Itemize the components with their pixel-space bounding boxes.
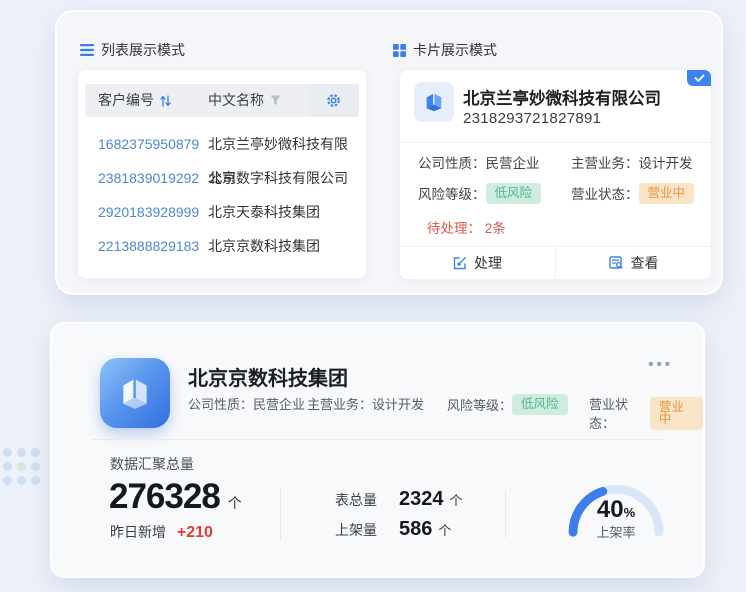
list-mode-header: 列表展示模式 (80, 40, 185, 60)
display-modes-panel: 列表展示模式 客户编号 中文名称 (55, 10, 723, 295)
company-avatar (414, 82, 454, 122)
field-business-status: 营业状态： 营业中 (571, 183, 694, 204)
customer-id-link[interactable]: 2381839019292 (98, 161, 199, 195)
field-label: 营业状态： (589, 394, 650, 432)
field-label: 主营业务： (307, 394, 372, 413)
stat-label: 上架量 (335, 520, 377, 540)
field-risk-level: 风险等级： 低风险 (418, 183, 541, 204)
status-badge: 营业中 (650, 397, 703, 430)
field-main-business: 主营业务： 设计开发 (571, 152, 693, 172)
check-icon (694, 74, 705, 83)
table-row[interactable]: 2213888829183 北京京数科技集团 (85, 229, 359, 263)
divider (92, 439, 663, 440)
customer-table-card: 客户编号 中文名称 (77, 69, 367, 279)
company-name-cell: 北京数字科技有限公司 (208, 161, 348, 195)
book-icon (115, 373, 155, 413)
risk-badge: 低风险 (486, 183, 542, 204)
total-number: 276328 (109, 477, 220, 516)
table-settings-button[interactable] (307, 84, 359, 117)
process-label: 处理 (474, 253, 502, 273)
list-icon (80, 44, 94, 56)
divider (400, 142, 711, 143)
table-header: 客户编号 中文名称 (85, 84, 359, 117)
field-value: 民营企业 (486, 152, 540, 172)
table-row[interactable]: 2920183928999 北京天泰科技集团 (85, 195, 359, 229)
yesterday-delta: +210 (177, 524, 213, 541)
company-name-cell: 北京天泰科技集团 (208, 195, 320, 229)
field-label: 主营业务： (571, 152, 639, 172)
book-icon (423, 91, 445, 113)
card-mode-header: 卡片展示模式 (393, 40, 497, 60)
stat-label: 表总量 (335, 490, 377, 510)
yesterday-label: 昨日新增 (110, 524, 166, 540)
field-label: 公司性质： (188, 394, 253, 413)
total-data-value: 276328 个 (109, 477, 242, 517)
field-label: 风险等级： (418, 183, 486, 203)
total-data-label: 数据汇聚总量 (110, 454, 194, 474)
percent-sign: % (624, 505, 636, 520)
customer-id-link[interactable]: 2213888829183 (98, 229, 199, 263)
stat-value: 2324 (399, 488, 444, 511)
gear-icon (326, 93, 341, 108)
view-button[interactable]: 查看 (556, 247, 711, 279)
shelf-rate-label: 上架率 (560, 522, 672, 541)
yesterday-new: 昨日新增 +210 (110, 522, 213, 542)
more-menu-button[interactable]: ••• (648, 356, 673, 373)
company-name: 北京兰亭妙微科技有限公司 (463, 85, 661, 109)
sort-icon[interactable] (160, 95, 171, 107)
field-label: 营业状态： (571, 183, 639, 203)
pending-count: 2条 (485, 221, 506, 236)
company-id: 2318293721827891 (463, 110, 601, 127)
list-mode-title: 列表展示模式 (101, 40, 185, 60)
dots-decoration (3, 448, 40, 485)
table-total-stat: 表总量 2324 个 (335, 488, 463, 511)
company-name: 北京京数科技集团 (188, 362, 348, 391)
percent-number: 40 (597, 496, 624, 523)
col-customer-id: 客户编号 (98, 84, 154, 117)
field-value: 设计开发 (639, 152, 693, 172)
selected-check-badge[interactable] (687, 70, 711, 86)
col-chinese-name: 中文名称 (208, 84, 264, 117)
table-row[interactable]: 1682375950879 北京兰亭妙微科技有限公司 (85, 127, 359, 161)
pending-label: 待处理： (427, 221, 481, 236)
company-logo (100, 358, 170, 428)
customer-id-link[interactable]: 1682375950879 (98, 127, 199, 161)
field-company-nature: 公司性质： 民营企业 (188, 394, 305, 413)
filter-icon[interactable] (270, 95, 281, 106)
pending-alert: 待处理： 2条 (427, 217, 506, 237)
view-label: 查看 (631, 253, 659, 273)
risk-badge: 低风险 (512, 394, 568, 415)
shelf-rate-percent: 40% (560, 496, 672, 524)
grid-icon (393, 44, 406, 57)
table-row[interactable]: 2381839019292 北京数字科技有限公司 (85, 161, 359, 195)
edit-icon (453, 256, 467, 270)
card-actions: 处理 查看 (400, 246, 711, 279)
page: 列表展示模式 客户编号 中文名称 (0, 0, 746, 592)
field-label: 公司性质： (418, 152, 486, 172)
field-value: 民营企业 (253, 394, 305, 413)
field-risk-level: 风险等级： 低风险 (447, 394, 568, 415)
stat-unit: 个 (438, 520, 451, 539)
company-card: 北京兰亭妙微科技有限公司 2318293721827891 公司性质： 民营企业… (399, 69, 712, 280)
shelf-count-stat: 上架量 586 个 (335, 518, 451, 541)
field-company-nature: 公司性质： 民营企业 (418, 152, 540, 172)
process-button[interactable]: 处理 (400, 247, 556, 279)
card-mode-title: 卡片展示模式 (413, 40, 497, 60)
company-name-cell: 北京京数科技集团 (208, 229, 320, 263)
field-business-status: 营业状态： 营业中 (589, 394, 703, 432)
view-doc-icon (609, 256, 624, 270)
field-label: 风险等级： (447, 395, 512, 414)
divider (505, 490, 506, 538)
stat-value: 586 (399, 518, 432, 541)
field-value: 设计开发 (372, 394, 424, 413)
divider (280, 488, 281, 540)
customer-id-link[interactable]: 2920183928999 (98, 195, 199, 229)
company-dashboard-panel: 北京京数科技集团 ••• 公司性质： 民营企业 主营业务： 设计开发 风险等级：… (50, 322, 705, 578)
field-main-business: 主营业务： 设计开发 (307, 394, 424, 413)
stat-unit: 个 (450, 490, 463, 509)
total-unit: 个 (228, 495, 242, 511)
status-badge: 营业中 (639, 183, 695, 204)
